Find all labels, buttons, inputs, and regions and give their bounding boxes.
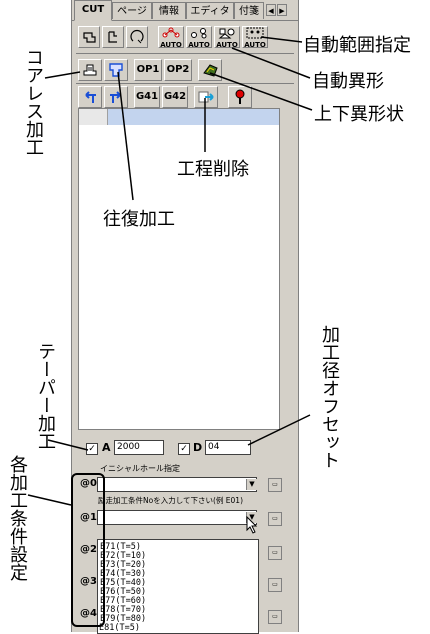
pin-icon — [235, 89, 245, 104]
op2-button[interactable]: OP2 — [164, 59, 192, 81]
g42-button[interactable]: G42 — [162, 86, 188, 108]
chevron-down-icon[interactable]: ▼ — [246, 479, 257, 490]
auto-label: AUTO — [216, 41, 238, 49]
reciprocating-icon — [109, 63, 123, 77]
tab-scroll-right-icon[interactable]: ▶ — [277, 4, 287, 16]
condition-3-edit-button[interactable]: ▭ — [268, 578, 282, 592]
annotation-auto-range: 自動範囲指定 — [303, 35, 411, 56]
annotation-top-bottom: 上下異形状 — [314, 104, 404, 125]
direction-left-button[interactable] — [78, 86, 102, 108]
tab-cut[interactable]: CUT — [74, 0, 112, 21]
taper-a-input[interactable]: 2000 — [114, 440, 164, 455]
auto-label: AUTO — [244, 41, 266, 49]
annotation-taper: テーパー加工 — [35, 342, 56, 450]
op1-label: OP1 — [136, 64, 160, 75]
annotation-coreless: コアレス加工 — [23, 48, 44, 156]
tab-page[interactable]: ページ — [112, 2, 152, 19]
shape-a-icon — [83, 32, 96, 43]
auto-label: AUTO — [188, 41, 210, 49]
tab-editor[interactable]: エディタ — [186, 2, 234, 19]
taper-a-label: A — [102, 441, 111, 454]
offset-checkbox[interactable]: ✓ — [178, 443, 190, 455]
tab-bar: CUT ページ 情報 エディタ 付箋 ◀ ▶ — [72, 0, 298, 21]
coreless-button[interactable] — [78, 59, 102, 81]
arrow-right-icon — [110, 91, 121, 103]
condition-0-select[interactable] — [97, 477, 257, 492]
condition-1-select[interactable] — [97, 510, 257, 525]
annotation-conditions: 各加工条件設定 — [7, 455, 28, 581]
condition-4-edit-button[interactable]: ▭ — [268, 610, 282, 624]
top-bottom-shape-icon — [203, 64, 218, 77]
arrow-left-icon — [85, 91, 96, 103]
g41-label: G41 — [135, 91, 159, 102]
auto-range-select-button[interactable]: AUTO — [242, 26, 268, 49]
auto-range-select-icon — [246, 27, 264, 39]
auto-irregular-button[interactable]: AUTO — [186, 26, 212, 49]
auto-range-button[interactable]: AUTO — [158, 26, 184, 49]
tab-sticky[interactable]: 付箋 — [234, 2, 264, 19]
auto-label: AUTO — [160, 41, 182, 49]
condition-2-edit-button[interactable]: ▭ — [268, 546, 282, 560]
annotation-offset: 加工径オフセット — [319, 325, 340, 469]
taper-checkbox[interactable]: ✓ — [86, 443, 98, 455]
tab-info[interactable]: 情報 — [152, 2, 186, 19]
shape-b-icon — [108, 31, 117, 43]
shape-tool-1-button[interactable] — [78, 26, 100, 48]
top-bottom-irregular-button[interactable] — [198, 59, 222, 81]
shape-c-icon — [130, 30, 144, 44]
annotation-process-delete: 工程削除 — [177, 159, 249, 180]
offset-d-input[interactable]: 04 — [205, 440, 251, 455]
toolbar-divider — [76, 53, 294, 54]
condition-1-edit-button[interactable]: ▭ — [268, 512, 282, 526]
conditions-highlight — [71, 473, 105, 627]
op2-label: OP2 — [166, 64, 190, 75]
auto-nodes-icon — [162, 27, 180, 38]
auto-circles-icon — [191, 28, 207, 39]
toolbar-divider — [76, 83, 294, 84]
mouse-cursor-icon — [246, 516, 258, 534]
auto-shapes-icon — [218, 28, 235, 39]
condition-hint: 励走加工条件Noを入力して下さい(例 E01) — [98, 496, 243, 505]
condition-0-edit-button[interactable]: ▭ — [268, 478, 282, 492]
cut-panel: CUT ページ 情報 エディタ 付箋 ◀ ▶ AUTO AUTO AUTO AU… — [71, 0, 299, 634]
direction-right-button[interactable] — [104, 86, 128, 108]
auto-top-bottom-button[interactable]: AUTO — [214, 26, 240, 49]
shape-tool-2-button[interactable] — [102, 26, 124, 48]
reciprocating-button[interactable] — [104, 59, 128, 81]
marker-button[interactable] — [228, 86, 252, 108]
shape-tool-3-button[interactable] — [126, 26, 148, 48]
annotation-auto-irregular: 自動異形 — [312, 71, 384, 92]
process-list-header-cell — [79, 109, 108, 125]
process-delete-button[interactable] — [194, 86, 218, 108]
g41-button[interactable]: G41 — [134, 86, 160, 108]
coreless-icon — [83, 64, 97, 76]
op1-button[interactable]: OP1 — [134, 59, 162, 81]
process-list-header — [79, 109, 279, 125]
annotation-reciprocating: 往復加工 — [103, 209, 175, 230]
delete-process-icon — [198, 91, 214, 103]
tab-scroll-left-icon[interactable]: ◀ — [266, 4, 276, 16]
condition-dropdown-list[interactable]: E71(T=5) E72(T=10) E73(T=20) E74(T=30) E… — [97, 539, 259, 634]
g42-label: G42 — [163, 91, 187, 102]
offset-d-label: D — [193, 441, 203, 454]
initial-hole-label: イニシャルホール指定 — [100, 464, 180, 473]
